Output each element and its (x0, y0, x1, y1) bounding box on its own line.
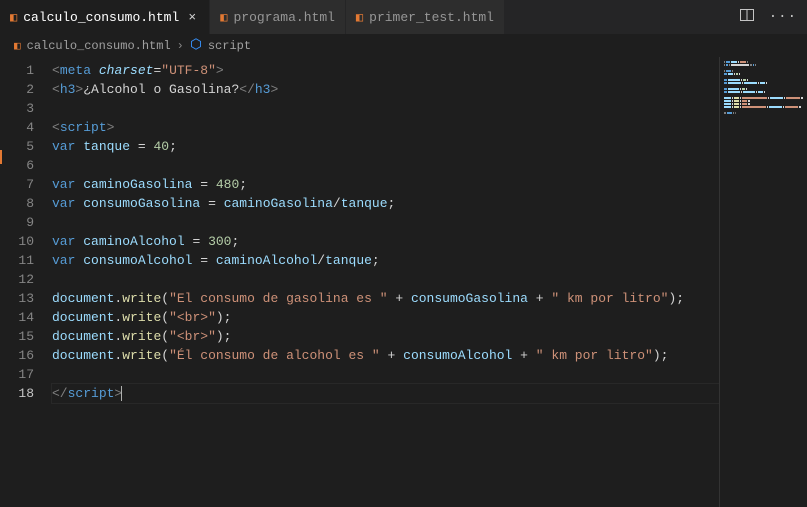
line-number: 3 (0, 99, 52, 118)
editor-area: 123456789101112131415161718 <meta charse… (0, 57, 807, 507)
minimap[interactable] (719, 57, 807, 507)
line-number: 14 (0, 308, 52, 327)
line-number: 16 (0, 346, 52, 365)
breadcrumb-symbol[interactable]: script (208, 39, 251, 53)
line-number: 11 (0, 251, 52, 270)
html-file-icon: ◧ (14, 39, 21, 53)
symbol-namespace-icon (190, 38, 202, 54)
code-line[interactable] (52, 99, 719, 118)
more-actions-icon[interactable]: ··· (769, 9, 797, 25)
code-line[interactable]: <h3>¿Alcohol o Gasolina?</h3> (52, 80, 719, 99)
editor-actions: ··· (729, 0, 807, 34)
split-editor-icon[interactable] (739, 7, 755, 27)
line-number: 15 (0, 327, 52, 346)
tab-label: calculo_consumo.html (23, 10, 179, 25)
line-number: 18 (0, 384, 52, 403)
tab-calculo_consumo-html[interactable]: ◧ calculo_consumo.html × (0, 0, 210, 34)
code-line[interactable] (52, 270, 719, 289)
line-number: 1 (0, 61, 52, 80)
line-number: 6 (0, 156, 52, 175)
code-content[interactable]: <meta charset="UTF-8"><h3>¿Alcohol o Gas… (52, 57, 719, 507)
close-icon[interactable]: × (185, 10, 199, 25)
code-line[interactable]: document.write("El consumo de gasolina e… (52, 289, 719, 308)
code-line[interactable] (52, 213, 719, 232)
chevron-right-icon: › (177, 39, 184, 53)
tabs-container: ◧ calculo_consumo.html × ◧ programa.html ◧ pri… (0, 0, 505, 34)
breadcrumb-file[interactable]: calculo_consumo.html (27, 39, 171, 53)
code-line[interactable]: <script> (52, 118, 719, 137)
code-line[interactable] (52, 365, 719, 384)
line-number: 7 (0, 175, 52, 194)
tabs-bar: ◧ calculo_consumo.html × ◧ programa.html ◧ pri… (0, 0, 807, 35)
line-number: 17 (0, 365, 52, 384)
code-line[interactable]: <meta charset="UTF-8"> (52, 61, 719, 80)
code-line[interactable]: var consumoAlcohol = caminoAlcohol/tanqu… (52, 251, 719, 270)
tab-label: programa.html (234, 10, 335, 25)
code-line[interactable] (52, 156, 719, 175)
code-line[interactable]: var caminoGasolina = 480; (52, 175, 719, 194)
tab-label: primer_test.html (369, 10, 494, 25)
line-numbers-gutter: 123456789101112131415161718 (0, 57, 52, 507)
code-line[interactable]: var consumoGasolina = caminoGasolina/tan… (52, 194, 719, 213)
code-line[interactable]: var tanque = 40; (52, 137, 719, 156)
line-number: 10 (0, 232, 52, 251)
tab-primer_test-html[interactable]: ◧ primer_test.html (346, 0, 505, 34)
code-line[interactable]: document.write("Él consumo de alcohol es… (52, 346, 719, 365)
line-number: 5 (0, 137, 52, 156)
html-file-icon: ◧ (356, 10, 363, 25)
line-number: 13 (0, 289, 52, 308)
line-number: 4 (0, 118, 52, 137)
breadcrumbs[interactable]: ◧ calculo_consumo.html › script (0, 35, 807, 57)
tab-programa-html[interactable]: ◧ programa.html (210, 0, 346, 34)
line-number: 9 (0, 213, 52, 232)
line-number: 2 (0, 80, 52, 99)
html-file-icon: ◧ (220, 10, 227, 25)
activity-bar-accent (0, 150, 2, 164)
line-number: 8 (0, 194, 52, 213)
html-file-icon: ◧ (10, 10, 17, 25)
code-line[interactable]: var caminoAlcohol = 300; (52, 232, 719, 251)
minimap-content (724, 61, 803, 115)
text-editor[interactable]: 123456789101112131415161718 <meta charse… (0, 57, 719, 507)
code-line[interactable]: document.write("<br>"); (52, 327, 719, 346)
line-number: 12 (0, 270, 52, 289)
code-line[interactable]: document.write("<br>"); (52, 308, 719, 327)
code-line[interactable]: </script> (52, 384, 719, 403)
